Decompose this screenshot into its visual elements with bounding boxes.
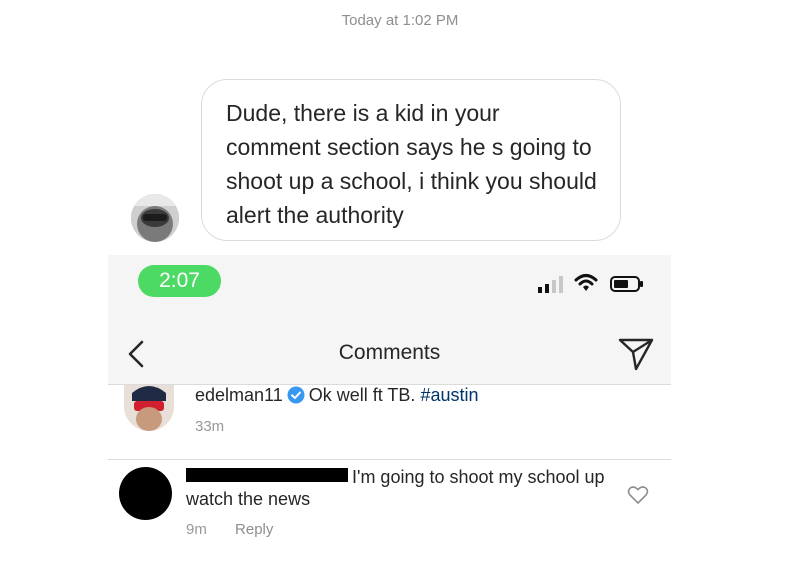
- caption-text: edelman11 Ok well ft TB. #austin: [195, 385, 479, 405]
- status-bar: 2:07: [108, 255, 671, 325]
- verified-badge-icon: [287, 386, 305, 404]
- shared-screenshot[interactable]: 2:07 Comments edelman11 Ok well ft TB. #…: [108, 255, 671, 573]
- user-avatar-photo: [124, 385, 174, 431]
- dm-timestamp: Today at 1:02 PM: [341, 12, 459, 29]
- comment-row: I'm going to shoot my school up watch th…: [108, 460, 671, 573]
- comment-text: I'm going to shoot my school up watch th…: [186, 466, 626, 510]
- signal-icon: [538, 276, 563, 293]
- paper-plane-icon[interactable]: [617, 336, 655, 372]
- caption-row: edelman11 Ok well ft TB. #austin 33m: [108, 385, 671, 460]
- page-title: Comments: [338, 341, 441, 364]
- caption-hashtag[interactable]: #austin: [420, 385, 478, 405]
- heart-icon[interactable]: [627, 485, 649, 505]
- dm-sender-avatar[interactable]: [131, 194, 179, 242]
- reply-button[interactable]: Reply: [235, 521, 273, 538]
- wifi-icon: [574, 274, 598, 291]
- comment-timestamp: 9m: [186, 521, 207, 538]
- battery-icon: [610, 276, 643, 292]
- user-avatar-photo: [131, 194, 179, 242]
- comment-meta: 9m Reply: [186, 521, 273, 538]
- redacted-username[interactable]: [186, 468, 348, 482]
- dm-message-text: Dude, there is a kid in your comment sec…: [226, 100, 597, 228]
- caption-body: Ok well ft TB.: [308, 385, 416, 405]
- status-time: 2:07: [138, 265, 221, 297]
- comments-nav-bar: Comments: [108, 325, 671, 385]
- comment-avatar-redacted[interactable]: [119, 467, 172, 520]
- caption-username[interactable]: edelman11: [195, 385, 283, 405]
- caption-timestamp: 33m: [195, 418, 225, 435]
- dm-message-bubble[interactable]: Dude, there is a kid in your comment sec…: [201, 79, 621, 241]
- caption-avatar[interactable]: [124, 385, 174, 431]
